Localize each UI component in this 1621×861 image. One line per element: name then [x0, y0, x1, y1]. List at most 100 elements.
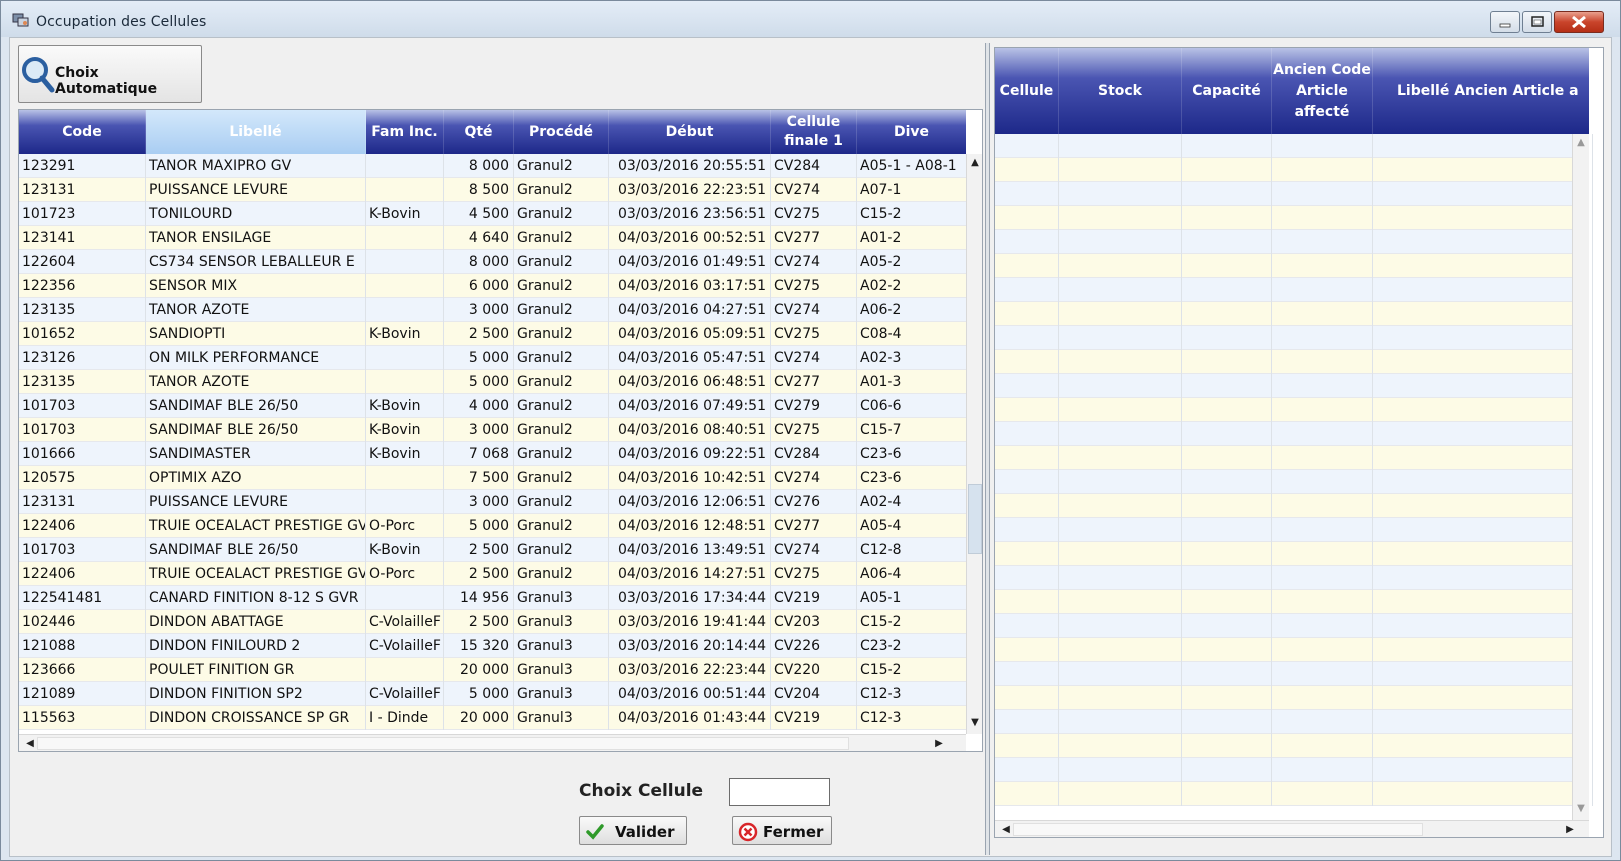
cell-libelle: SANDIMASTER [146, 442, 366, 466]
table-row[interactable] [995, 350, 1593, 374]
cell-debut: 04/03/2016 07:49:51 [609, 394, 771, 418]
scroll-down-icon[interactable]: ▼ [968, 716, 982, 730]
table-row[interactable]: 123141 TANOR ENSILAGE 4 640 Granul2 04/03/20… [19, 226, 967, 250]
table-row[interactable] [995, 470, 1593, 494]
table-row[interactable]: 101703 SANDIMAF BLE 26/50 K-Bovin 4 000 Gran… [19, 394, 967, 418]
column-header-fam[interactable]: Fam Inc. [366, 110, 444, 154]
table-row[interactable] [995, 398, 1593, 422]
column-header-ancien_code[interactable]: Ancien Code Article affecté [1272, 48, 1373, 134]
table-row[interactable]: 102446 DINDON ABATTAGE C-VolailleF 2 500 Gra… [19, 610, 967, 634]
column-header-code[interactable]: Code [19, 110, 146, 154]
orders-vertical-scrollbar[interactable]: ▲ ▼ [966, 154, 982, 734]
cells-grid[interactable]: Cellule Stock Capacité Ancien Code Article … [994, 47, 1604, 838]
table-row[interactable] [995, 158, 1593, 182]
table-row[interactable]: 121088 DINDON FINILOURD 2 C-VolailleF 15 32… [19, 634, 967, 658]
column-header-capacite[interactable]: Capacité [1182, 48, 1272, 134]
table-row[interactable] [995, 422, 1593, 446]
table-row[interactable] [995, 782, 1593, 806]
table-row[interactable] [995, 542, 1593, 566]
scroll-thumb-horizontal[interactable] [37, 737, 849, 750]
table-row[interactable] [995, 206, 1593, 230]
scroll-thumb[interactable] [968, 484, 982, 554]
minimize-button[interactable] [1490, 11, 1520, 33]
cells-vertical-scrollbar[interactable]: ▲ ▼ [1572, 134, 1589, 820]
column-header-divers[interactable]: Dive [857, 110, 967, 154]
column-header-debut[interactable]: Début [609, 110, 771, 154]
table-row[interactable]: 101666 SANDIMASTER K-Bovin 7 068 Granul2 04/0… [19, 442, 967, 466]
column-header-stock[interactable]: Stock [1059, 48, 1182, 134]
table-row[interactable]: 123135 TANOR AZOTE 5 000 Granul2 04/03/2016 … [19, 370, 967, 394]
table-row[interactable] [995, 326, 1593, 350]
table-row[interactable]: 122406 TRUIE OCEALACT PRESTIGE GV O-Porc 5 … [19, 514, 967, 538]
cell-cellule: CV274 [771, 298, 857, 322]
cell-cellule: CV279 [771, 394, 857, 418]
table-row[interactable]: 120575 OPTIMIX AZO 7 500 Granul2 04/03/2016 … [19, 466, 967, 490]
table-row[interactable] [995, 614, 1593, 638]
table-row[interactable] [995, 734, 1593, 758]
maximize-button[interactable] [1522, 11, 1552, 33]
table-row[interactable] [995, 494, 1593, 518]
table-row[interactable]: 101703 SANDIMAF BLE 26/50 K-Bovin 3 000 Gran… [19, 418, 967, 442]
close-button[interactable] [1554, 11, 1604, 33]
cells-horizontal-scrollbar[interactable]: ◀ ▶ [995, 820, 1589, 837]
table-row[interactable] [995, 278, 1593, 302]
scroll-up-icon[interactable]: ▲ [1574, 136, 1588, 150]
table-row[interactable] [995, 566, 1593, 590]
table-row[interactable] [995, 758, 1593, 782]
table-row[interactable] [995, 374, 1593, 398]
column-header-libelle[interactable]: Libellé [146, 110, 366, 154]
column-header-qte[interactable]: Qté [444, 110, 514, 154]
table-row[interactable]: 101652 SANDIOPTI K-Bovin 2 500 Granul2 04/03/… [19, 322, 967, 346]
table-row[interactable]: 122604 CS734 SENSOR LEBALLEUR E 8 000 Granu… [19, 250, 967, 274]
table-row[interactable] [995, 638, 1593, 662]
fermer-button[interactable]: Fermer [732, 816, 832, 845]
column-header-cellule[interactable]: Cellule [995, 48, 1059, 134]
table-row[interactable] [995, 182, 1593, 206]
scroll-thumb-horizontal[interactable] [1013, 823, 1423, 836]
cell-libelle_ancien [1373, 710, 1593, 734]
table-row[interactable]: 115563 DINDON CROISSANCE SP GR I - Dinde 20… [19, 706, 967, 730]
table-row[interactable]: 121089 DINDON FINITION SP2 C-VolailleF 5 00… [19, 682, 967, 706]
column-header-libelle_ancien[interactable]: Libellé Ancien Article a [1373, 48, 1593, 134]
panel-splitter[interactable] [985, 43, 990, 855]
cell-divers: A01-3 [857, 370, 967, 394]
title-bar[interactable]: Occupation des Cellules [1, 1, 1620, 37]
column-header-cellule[interactable]: Cellule finale 1 [771, 110, 857, 154]
table-row[interactable] [995, 710, 1593, 734]
table-row[interactable]: 123126 ON MILK PERFORMANCE 5 000 Granul2 04/… [19, 346, 967, 370]
scroll-left-icon[interactable]: ◀ [999, 823, 1013, 837]
scroll-right-icon[interactable]: ▶ [932, 737, 946, 751]
table-row[interactable]: 122356 SENSOR MIX 6 000 Granul2 04/03/2016 0… [19, 274, 967, 298]
table-row[interactable]: 123135 TANOR AZOTE 3 000 Granul2 04/03/2016 … [19, 298, 967, 322]
cell-fam [366, 466, 444, 490]
cell-code: 123126 [19, 346, 146, 370]
table-row[interactable] [995, 446, 1593, 470]
table-row[interactable] [995, 686, 1593, 710]
scroll-left-icon[interactable]: ◀ [23, 737, 37, 751]
table-row[interactable] [995, 590, 1593, 614]
table-row[interactable]: 123666 POULET FINITION GR 20 000 Granul3 03/… [19, 658, 967, 682]
orders-horizontal-scrollbar[interactable]: ◀ ▶ [19, 734, 966, 751]
table-row[interactable] [995, 302, 1593, 326]
valider-button[interactable]: Valider [579, 816, 687, 845]
table-row[interactable]: 123131 PUISSANCE LEVURE 3 000 Granul2 04/03/… [19, 490, 967, 514]
cell-cellule: CV219 [771, 586, 857, 610]
table-row[interactable] [995, 518, 1593, 542]
table-row[interactable]: 122541481 CANARD FINITION 8-12 S GVR 14 95… [19, 586, 967, 610]
choix-cellule-input[interactable] [729, 778, 830, 806]
table-row[interactable]: 101703 SANDIMAF BLE 26/50 K-Bovin 2 500 Gran… [19, 538, 967, 562]
table-row[interactable]: 123131 PUISSANCE LEVURE 8 500 Granul2 03/03/… [19, 178, 967, 202]
choix-automatique-button[interactable]: Choix Automatique [18, 45, 202, 103]
table-row[interactable] [995, 134, 1593, 158]
table-row[interactable] [995, 230, 1593, 254]
orders-grid[interactable]: Code Libellé Fam Inc. Qté Procédé Début Cellul… [18, 109, 983, 752]
table-row[interactable]: 101723 TONILOURD K-Bovin 4 500 Granul2 03/03/… [19, 202, 967, 226]
table-row[interactable]: 123291 TANOR MAXIPRO GV 8 000 Granul2 03/03/… [19, 154, 967, 178]
scroll-right-icon[interactable]: ▶ [1563, 823, 1577, 837]
scroll-up-icon[interactable]: ▲ [968, 156, 982, 170]
table-row[interactable] [995, 254, 1593, 278]
column-header-procede[interactable]: Procédé [514, 110, 609, 154]
scroll-down-icon[interactable]: ▼ [1574, 802, 1588, 816]
table-row[interactable]: 122406 TRUIE OCEALACT PRESTIGE GV O-Porc 2 … [19, 562, 967, 586]
table-row[interactable] [995, 662, 1593, 686]
